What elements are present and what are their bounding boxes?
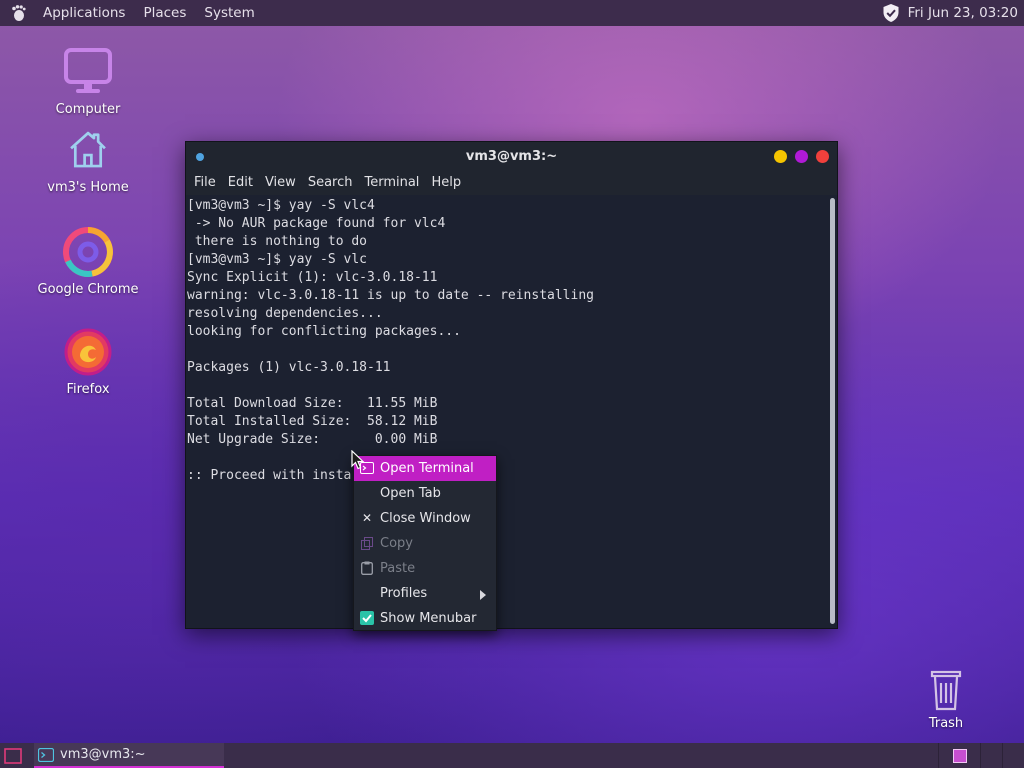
menu-edit[interactable]: Edit	[222, 171, 259, 195]
window-title: vm3@vm3:~	[465, 149, 558, 164]
show-desktop-icon[interactable]	[2, 745, 24, 767]
menu-item-show-menubar[interactable]: Show Menubar	[354, 606, 496, 631]
menu-view[interactable]: View	[259, 171, 302, 195]
desktop-icon-computer[interactable]: Computer	[28, 46, 148, 117]
desktop-icon-firefox[interactable]: Firefox	[28, 326, 148, 397]
menu-search[interactable]: Search	[302, 171, 359, 195]
terminal-line: Total Download Size: 11.55 MiB	[187, 396, 438, 411]
places-menu[interactable]: Places	[134, 0, 195, 26]
applications-menu[interactable]: Applications	[34, 0, 134, 26]
firefox-icon	[64, 328, 112, 376]
desktop-icon-label: Firefox	[66, 382, 110, 397]
close-icon: ✕	[361, 510, 373, 525]
menu-item-label: Close Window	[380, 511, 471, 526]
terminal-window[interactable]: vm3@vm3:~ File Edit View Search Terminal…	[185, 141, 838, 629]
terminal-line: Net Upgrade Size: 0.00 MiB	[187, 432, 438, 447]
menu-terminal[interactable]: Terminal	[358, 171, 425, 195]
terminal-line: [vm3@vm3 ~]$ yay -S vlc	[187, 252, 368, 267]
workspace-2[interactable]	[980, 743, 1002, 768]
menu-item-copy[interactable]: Copy	[354, 531, 496, 556]
menu-item-label: Copy	[380, 536, 413, 551]
close-button[interactable]	[816, 150, 829, 163]
terminal-line: warning: vlc-3.0.18-11 is up to date -- …	[187, 288, 594, 303]
paste-icon	[360, 561, 374, 575]
desktop-icon-home[interactable]: vm3's Home	[28, 128, 148, 195]
workspace-switcher	[938, 743, 1024, 768]
desktop-icon-label: Computer	[55, 102, 121, 117]
home-folder-icon	[70, 131, 106, 168]
terminal-context-menu: Open Terminal Open Tab ✕ Close Window Co…	[353, 455, 497, 631]
trash-icon	[930, 670, 962, 711]
menu-item-label: Profiles	[380, 586, 428, 601]
terminal-line: Total Installed Size: 58.12 MiB	[187, 414, 438, 429]
taskbar-button-label: vm3@vm3:~	[60, 747, 146, 762]
terminal-line: looking for conflicting packages...	[187, 324, 461, 339]
chrome-icon	[63, 227, 113, 277]
menu-item-close-window[interactable]: ✕ Close Window	[354, 506, 496, 531]
menu-file[interactable]: File	[188, 171, 222, 195]
menu-item-label: Open Terminal	[380, 461, 474, 476]
desktop-icon-trash[interactable]: Trash	[900, 668, 992, 731]
menu-item-label: Show Menubar	[380, 611, 477, 626]
terminal-line: resolving dependencies...	[187, 306, 383, 321]
terminal-titlebar[interactable]: vm3@vm3:~	[186, 142, 837, 171]
checkbox-checked-icon[interactable]	[360, 611, 374, 625]
menu-item-open-tab[interactable]: Open Tab	[354, 481, 496, 506]
desktop-icon-label: Trash	[928, 716, 964, 731]
menu-item-label: Paste	[380, 561, 416, 576]
terminal-line: Sync Explicit (1): vlc-3.0.18-11	[187, 270, 438, 285]
terminal-output[interactable]: [vm3@vm3 ~]$ yay -S vlc4 -> No AUR packa…	[186, 195, 837, 628]
panel-clock[interactable]: Fri Jun 23, 03:20	[900, 5, 1018, 21]
monitor-icon	[64, 48, 112, 93]
menu-help[interactable]: Help	[425, 171, 467, 195]
desktop-icon-chrome[interactable]: Google Chrome	[28, 226, 148, 297]
terminal-line: Packages (1) vlc-3.0.18-11	[187, 360, 391, 375]
menu-item-label: Open Tab	[380, 486, 441, 501]
shield-icon[interactable]	[882, 3, 900, 23]
terminal-scrollbar[interactable]	[830, 198, 835, 624]
workspace-window-icon	[952, 748, 967, 763]
mouse-pointer-icon	[351, 450, 365, 470]
taskbar-terminal-button[interactable]: vm3@vm3:~	[34, 743, 224, 768]
bottom-panel: vm3@vm3:~	[0, 743, 1024, 768]
submenu-arrow-icon	[480, 590, 486, 600]
terminal-line: -> No AUR package found for vlc4	[187, 216, 446, 231]
workspace-1[interactable]	[938, 743, 980, 768]
terminal-line: [vm3@vm3 ~]$ yay -S vlc4	[187, 198, 375, 213]
menu-item-open-terminal[interactable]: Open Terminal	[354, 456, 496, 481]
workspace-3[interactable]	[1002, 743, 1024, 768]
terminal-icon	[38, 747, 54, 762]
desktop-icon-label: Google Chrome	[37, 282, 139, 297]
maximize-button[interactable]	[795, 150, 808, 163]
copy-icon	[360, 536, 374, 550]
desktop-icon-label: vm3's Home	[47, 180, 129, 195]
system-menu[interactable]: System	[195, 0, 263, 26]
minimize-button[interactable]	[774, 150, 787, 163]
menu-item-paste[interactable]: Paste	[354, 556, 496, 581]
menu-item-profiles[interactable]: Profiles	[354, 581, 496, 606]
terminal-text: [vm3@vm3 ~]$ yay -S vlc4 -> No AUR packa…	[187, 197, 594, 485]
gnome-foot-icon[interactable]	[8, 2, 30, 24]
terminal-line: there is nothing to do	[187, 234, 368, 249]
window-menu-icon[interactable]	[196, 153, 204, 161]
top-panel: Applications Places System Fri Jun 23, 0…	[0, 0, 1024, 26]
terminal-menubar: File Edit View Search Terminal Help	[186, 171, 837, 195]
